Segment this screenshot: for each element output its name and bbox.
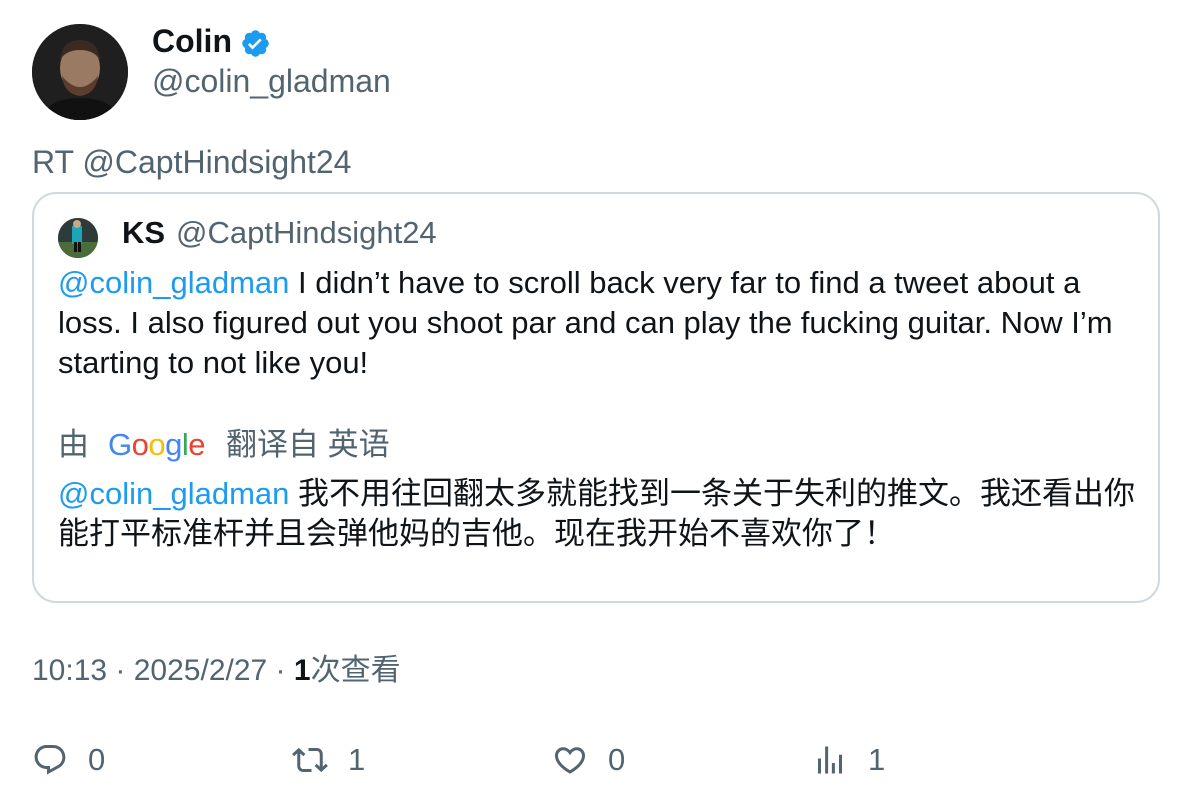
quoted-author-handle[interactable]: @CaptHindsight24 xyxy=(176,214,437,252)
tweet-time[interactable]: 10:13 xyxy=(32,654,107,687)
author-handle[interactable]: @colin_gladman xyxy=(152,62,391,100)
reply-count: 0 xyxy=(88,742,106,777)
google-logo: Google xyxy=(108,427,206,462)
views-label: 次查看 xyxy=(310,654,401,687)
translated-by-label: 由 xyxy=(58,427,89,462)
quoted-author-name[interactable]: KS xyxy=(122,214,165,252)
author-avatar[interactable] xyxy=(32,24,128,120)
meta-separator: · xyxy=(107,654,134,687)
retweet-line: RT @CaptHindsight24 xyxy=(32,144,352,180)
reply-button[interactable]: 0 xyxy=(32,738,105,782)
author-name[interactable]: Colin xyxy=(152,22,232,60)
tweet-meta: 10:13 · 2025/2/27 · 1次查看 xyxy=(32,652,401,690)
retweet-button[interactable]: 1 xyxy=(292,738,365,782)
retweet-icon xyxy=(292,747,328,773)
heart-icon xyxy=(554,747,586,774)
views-button[interactable]: 1 xyxy=(812,738,885,782)
retweet-count: 1 xyxy=(348,742,366,777)
views-count: 1 xyxy=(293,654,311,687)
quoted-profile-photo-icon xyxy=(58,218,98,258)
mention-link[interactable]: @colin_gladman xyxy=(58,265,289,300)
reply-icon xyxy=(34,745,66,775)
tweet-date[interactable]: 2025/2/27 xyxy=(134,654,267,687)
translated-text: @colin_gladman 我不用往回翻太多就能找到一条关于失利的推文。我还看… xyxy=(58,474,1148,554)
views-action-count: 1 xyxy=(868,742,886,777)
like-count: 0 xyxy=(608,742,626,777)
verified-badge-icon[interactable] xyxy=(240,28,271,59)
quoted-avatar[interactable] xyxy=(58,218,98,258)
analytics-icon xyxy=(818,746,842,774)
meta-separator: · xyxy=(267,654,294,687)
profile-photo-icon xyxy=(32,24,128,120)
translated-from-label: 翻译自 英语 xyxy=(226,427,390,462)
translated-mention-link[interactable]: @colin_gladman xyxy=(58,476,289,511)
like-button[interactable]: 0 xyxy=(552,738,625,782)
quoted-tweet-text: @colin_gladman I didn’t have to scroll b… xyxy=(58,263,1138,383)
